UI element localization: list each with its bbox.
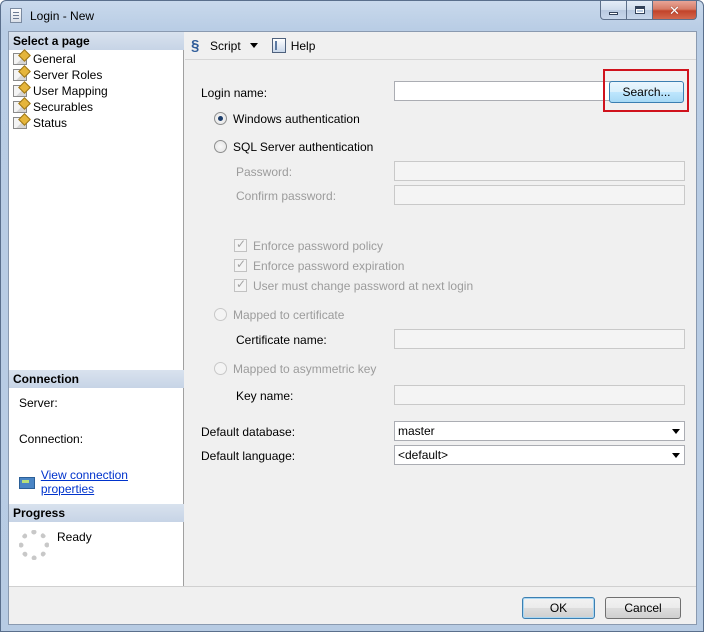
enforce-expiration-checkbox[interactable] (234, 257, 247, 272)
select-page-header: Select a page (9, 32, 184, 50)
default-lang-value: <default> (398, 448, 449, 462)
close-icon: ✕ (669, 2, 680, 18)
view-connection-properties[interactable]: View connection properties (19, 468, 183, 496)
default-db-select[interactable]: master (394, 421, 685, 441)
dialog-client: Select a page General Server Roles User … (8, 31, 697, 625)
cancel-button[interactable]: Cancel (605, 597, 681, 619)
login-dialog: Login - New ✕ Select a page General Serv… (0, 0, 704, 632)
progress-header: Progress (9, 504, 184, 522)
windows-auth-radio[interactable] (214, 112, 227, 125)
connection-label: Connection: (19, 432, 84, 446)
script-label: Script (210, 38, 241, 53)
page-item-server-roles[interactable]: Server Roles (13, 67, 108, 83)
default-lang-label: Default language: (201, 449, 296, 463)
default-db-label: Default database: (201, 425, 296, 439)
sql-auth-radio[interactable] (214, 140, 227, 153)
mapped-asym-label: Mapped to asymmetric key (233, 362, 377, 376)
sql-auth-label[interactable]: SQL Server authentication (233, 140, 373, 154)
confirm-password-label: Confirm password: (236, 189, 337, 203)
dialog-footer: OK Cancel (9, 586, 696, 624)
enforce-policy-label: Enforce password policy (253, 239, 384, 253)
progress-spinner-icon (19, 530, 49, 560)
minimize-button[interactable] (600, 1, 627, 20)
connection-header: Connection (9, 370, 184, 388)
close-button[interactable]: ✕ (653, 1, 697, 20)
page-item-general[interactable]: General (13, 51, 108, 67)
login-name-label: Login name: (201, 86, 268, 100)
document-icon (10, 8, 22, 23)
cert-name-field[interactable] (394, 329, 685, 349)
mapped-cert-label: Mapped to certificate (233, 308, 345, 322)
windows-auth-label[interactable]: Windows authentication (233, 112, 360, 126)
window-title: Login - New (30, 9, 95, 23)
script-icon (191, 37, 205, 54)
page-item-securables[interactable]: Securables (13, 99, 108, 115)
page-item-label: User Mapping (33, 84, 108, 98)
view-connection-link[interactable]: View connection properties (41, 468, 183, 496)
login-name-field[interactable] (394, 81, 618, 101)
enforce-expiration-label: Enforce password expiration (253, 259, 405, 273)
left-pane: Select a page General Server Roles User … (9, 32, 184, 586)
chevron-down-icon (672, 453, 680, 458)
server-label: Server: (19, 396, 58, 410)
title-bar[interactable]: Login - New ✕ (1, 1, 703, 31)
page-list: General Server Roles User Mapping Secura… (13, 51, 108, 131)
page-icon (13, 85, 27, 97)
chevron-down-icon[interactable] (249, 43, 258, 48)
mapped-cert-radio[interactable] (214, 308, 227, 321)
connection-properties-icon (19, 475, 35, 489)
script-button[interactable]: Script (191, 37, 264, 54)
ok-button[interactable]: OK (522, 597, 595, 619)
password-label: Password: (236, 165, 293, 179)
page-icon (13, 53, 27, 65)
default-db-value: master (398, 424, 435, 438)
mapped-asym-radio[interactable] (214, 362, 227, 375)
password-field[interactable] (394, 161, 685, 181)
cert-name-label: Certificate name: (236, 333, 327, 347)
page-item-label: Server Roles (33, 68, 103, 82)
page-icon (13, 117, 27, 129)
default-lang-select[interactable]: <default> (394, 445, 685, 465)
maximize-icon (634, 6, 645, 14)
help-button[interactable]: Help (271, 38, 316, 53)
login-name-input[interactable] (395, 82, 617, 100)
confirm-password-field[interactable] (394, 185, 685, 205)
page-item-label: Securables (33, 100, 94, 114)
chevron-down-icon (672, 429, 680, 434)
key-name-field[interactable] (394, 385, 685, 405)
maximize-button[interactable] (627, 1, 653, 20)
toolbar: Script Help (185, 32, 696, 60)
page-item-label: Status (33, 116, 68, 130)
help-icon (271, 38, 286, 53)
page-item-status[interactable]: Status (13, 115, 108, 131)
enforce-policy-checkbox[interactable] (234, 237, 247, 252)
page-item-label: General (33, 52, 76, 66)
must-change-checkbox[interactable] (234, 277, 247, 292)
page-item-user-mapping[interactable]: User Mapping (13, 83, 108, 99)
right-pane: Script Help Login name: Search... Window… (185, 32, 696, 586)
progress-status: Ready (57, 530, 92, 544)
search-button[interactable]: Search... (609, 81, 684, 103)
must-change-label: User must change password at next login (253, 279, 474, 293)
page-icon (13, 101, 27, 113)
key-name-label: Key name: (236, 389, 294, 403)
page-icon (13, 69, 27, 81)
window-controls: ✕ (600, 1, 697, 20)
help-label: Help (290, 38, 316, 53)
minimize-icon (609, 11, 618, 15)
